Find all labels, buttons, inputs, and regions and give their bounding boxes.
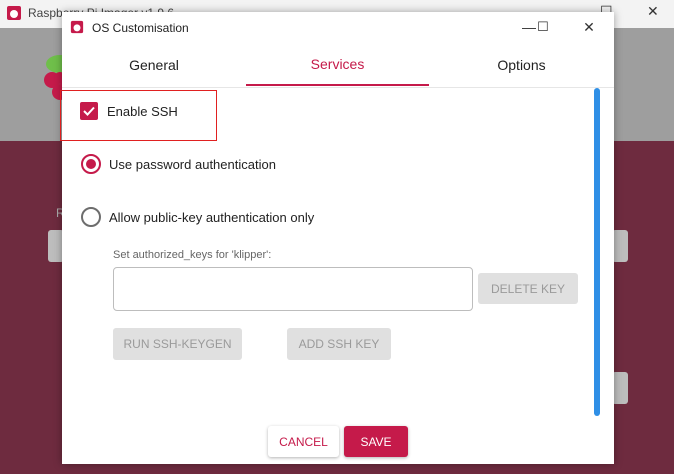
password-auth-radio[interactable] — [81, 154, 101, 174]
pubkey-auth-radio[interactable] — [81, 207, 101, 227]
save-button[interactable]: SAVE — [344, 426, 408, 457]
delete-key-button[interactable]: DELETE KEY — [478, 273, 578, 304]
tab-options[interactable]: Options — [429, 43, 614, 86]
authorized-keys-input[interactable] — [113, 267, 473, 311]
add-ssh-key-button[interactable]: ADD SSH KEY — [287, 328, 391, 360]
close-icon[interactable]: ✕ — [574, 16, 604, 38]
password-auth-label: Use password authentication — [109, 157, 276, 172]
authorized-keys-label: Set authorized_keys for 'klipper': — [113, 249, 272, 261]
maximize-icon[interactable]: ☐ — [528, 16, 558, 38]
raspberry-pi-app-icon — [70, 20, 84, 34]
tab-general[interactable]: General — [62, 43, 246, 86]
pubkey-auth-label: Allow public-key authentication only — [109, 210, 315, 225]
cancel-button[interactable]: CANCEL — [268, 426, 339, 457]
background-button-right-top[interactable] — [612, 230, 628, 262]
dialog-title: OS Customisation — [92, 21, 189, 35]
tab-bar: General Services Options — [62, 43, 614, 88]
enable-ssh-checkbox[interactable] — [80, 102, 98, 120]
enable-ssh-label: Enable SSH — [107, 104, 178, 119]
background-button-right-bottom[interactable] — [612, 372, 628, 404]
run-ssh-keygen-button[interactable]: RUN SSH-KEYGEN — [113, 328, 242, 360]
checkmark-icon — [83, 106, 95, 116]
scrollbar[interactable] — [594, 88, 600, 416]
tab-services[interactable]: Services — [246, 43, 429, 86]
os-customisation-dialog: OS Customisation — ☐ ✕ General Services … — [60, 12, 614, 464]
dialog-title-bar: OS Customisation — ☐ ✕ — [62, 12, 614, 43]
services-panel: Enable SSH Use password authentication A… — [60, 88, 614, 464]
raspberry-pi-app-icon — [7, 6, 21, 20]
background-close-icon[interactable]: ✕ — [647, 3, 659, 20]
